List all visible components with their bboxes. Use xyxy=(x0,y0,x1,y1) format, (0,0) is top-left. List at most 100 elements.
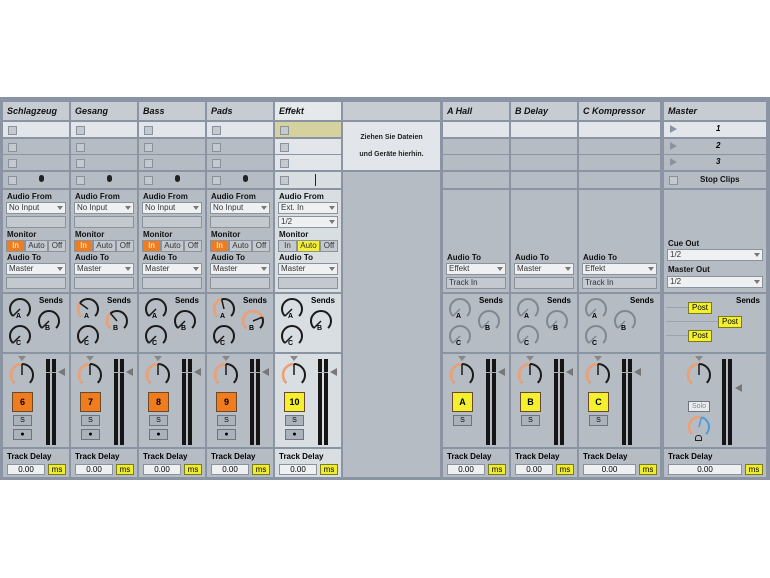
clip-stop-button[interactable] xyxy=(144,142,153,152)
track-activator-button[interactable]: 7 xyxy=(80,392,101,412)
audio-from-dropdown[interactable]: Ext. In xyxy=(278,202,338,214)
clip-slot[interactable] xyxy=(3,122,69,137)
arm-record-button[interactable]: ● xyxy=(149,429,168,440)
clip-stop-button[interactable] xyxy=(76,126,85,135)
drop-zone[interactable]: Ziehen Sie Dateien und Geräte hierhin. xyxy=(343,97,440,480)
track-delay-unit-button[interactable]: ms xyxy=(252,464,270,475)
clip-slot[interactable] xyxy=(275,138,341,154)
audio-to-channel-box[interactable] xyxy=(210,277,270,289)
input-channel-box[interactable] xyxy=(6,216,66,228)
track-activator-button[interactable]: 9 xyxy=(216,392,237,412)
solo-button[interactable]: S xyxy=(13,415,32,426)
monitor-in-button[interactable]: In xyxy=(74,240,93,252)
clip-stop-button[interactable] xyxy=(212,142,221,152)
track-delay-input[interactable]: 0.00 xyxy=(75,464,113,475)
track-delay-input[interactable]: 0.00 xyxy=(7,464,45,475)
scene-launch-3[interactable]: 3 xyxy=(664,155,766,170)
track-delay-input[interactable]: 0.00 xyxy=(143,464,181,475)
arm-record-button[interactable]: ● xyxy=(217,429,236,440)
clip-stop-button[interactable] xyxy=(76,159,85,168)
pan-knob[interactable] xyxy=(281,362,307,388)
audio-to-dropdown[interactable]: Master xyxy=(210,263,270,275)
monitor-in-button[interactable]: In xyxy=(6,240,25,252)
microphone-icon[interactable] xyxy=(107,175,112,182)
monitor-off-button[interactable]: Off xyxy=(48,240,66,252)
stop-clips-button[interactable] xyxy=(8,176,17,185)
clip-slot[interactable] xyxy=(3,138,69,154)
volume-fader-handle[interactable] xyxy=(262,368,269,376)
clip-stop-button[interactable] xyxy=(8,142,17,152)
track-title[interactable]: Effekt xyxy=(275,102,341,120)
clip-stop-button[interactable] xyxy=(8,126,17,135)
audio-to-dropdown[interactable]: Effekt xyxy=(582,263,657,275)
arm-record-button[interactable]: ● xyxy=(81,429,100,440)
monitor-off-button[interactable]: Off xyxy=(252,240,270,252)
monitor-auto-button[interactable]: Auto xyxy=(229,240,252,252)
track-delay-unit-button[interactable]: ms xyxy=(184,464,202,475)
microphone-icon[interactable] xyxy=(175,175,180,182)
master-out-dropdown[interactable]: 1/2 xyxy=(667,276,763,288)
audio-to-dropdown[interactable]: Master xyxy=(278,263,338,275)
audio-to-channel-box[interactable] xyxy=(74,277,134,289)
arm-record-button[interactable]: ● xyxy=(285,429,304,440)
master-title[interactable]: Master xyxy=(664,102,766,120)
solo-button[interactable]: S xyxy=(81,415,100,426)
input-channel-box[interactable] xyxy=(142,216,202,228)
audio-from-dropdown[interactable]: No Input xyxy=(74,202,134,214)
clip-stop-button[interactable] xyxy=(76,142,85,152)
input-channel-box[interactable] xyxy=(74,216,134,228)
track-delay-input[interactable]: 0.00 xyxy=(279,464,317,475)
track-activator-button[interactable]: 6 xyxy=(12,392,33,412)
input-channel-box[interactable] xyxy=(210,216,270,228)
solo-button[interactable]: S xyxy=(589,415,608,426)
audio-to-dropdown[interactable]: Master xyxy=(142,263,202,275)
audio-to-channel-box[interactable] xyxy=(514,277,574,289)
volume-fader-handle[interactable] xyxy=(126,368,133,376)
volume-fader-handle[interactable] xyxy=(194,368,201,376)
clip-stop-button[interactable] xyxy=(212,126,221,135)
track-title[interactable]: Bass xyxy=(139,102,205,120)
volume-fader-handle[interactable] xyxy=(58,368,65,376)
scene-launch-2[interactable]: 2 xyxy=(664,138,766,154)
clip-stop-button[interactable] xyxy=(144,159,153,168)
play-icon[interactable] xyxy=(670,158,677,166)
track-delay-unit-button[interactable]: ms xyxy=(556,464,574,475)
clip-slot[interactable] xyxy=(139,155,205,170)
post-button-b[interactable]: Post xyxy=(718,316,742,328)
microphone-icon[interactable] xyxy=(243,175,248,182)
audio-to-channel-box[interactable] xyxy=(6,277,66,289)
track-delay-unit-button[interactable]: ms xyxy=(48,464,66,475)
audio-from-dropdown[interactable]: No Input xyxy=(210,202,270,214)
clip-slot[interactable] xyxy=(275,122,341,137)
monitor-in-button[interactable]: In xyxy=(210,240,229,252)
track-delay-unit-button[interactable]: ms xyxy=(639,464,657,475)
track-activator-button[interactable]: 8 xyxy=(148,392,169,412)
track-delay-input[interactable]: 0.00 xyxy=(515,464,553,475)
clip-slot[interactable] xyxy=(207,138,273,154)
clip-slot[interactable] xyxy=(139,138,205,154)
cue-out-dropdown[interactable]: 1/2 xyxy=(667,249,763,261)
track-delay-unit-button[interactable]: ms xyxy=(320,464,338,475)
monitor-auto-button[interactable]: Auto xyxy=(93,240,116,252)
clip-stop-button[interactable] xyxy=(8,159,17,168)
solo-button[interactable]: S xyxy=(285,415,304,426)
monitor-in-button[interactable]: In xyxy=(278,240,297,252)
track-delay-unit-button[interactable]: ms xyxy=(116,464,134,475)
solo-button[interactable]: S xyxy=(521,415,540,426)
clip-stop-button[interactable] xyxy=(280,126,289,135)
track-activator-button[interactable]: 10 xyxy=(284,392,305,412)
stop-clips-button[interactable] xyxy=(212,176,221,185)
clip-slot[interactable] xyxy=(3,155,69,170)
track-delay-input[interactable]: 0.00 xyxy=(583,464,636,475)
track-title[interactable]: Pads xyxy=(207,102,273,120)
track-delay-unit-button[interactable]: ms xyxy=(745,464,763,475)
return-title[interactable]: C Kompressor xyxy=(579,102,660,120)
arm-record-button[interactable]: ● xyxy=(13,429,32,440)
clip-slot[interactable] xyxy=(71,122,137,137)
solo-button[interactable]: S xyxy=(217,415,236,426)
audio-to-channel-box[interactable]: Track In xyxy=(446,277,506,289)
stop-clips-button[interactable] xyxy=(144,176,153,185)
clip-stop-button[interactable] xyxy=(280,159,289,168)
solo-button[interactable]: S xyxy=(453,415,472,426)
pan-knob[interactable] xyxy=(77,362,103,388)
